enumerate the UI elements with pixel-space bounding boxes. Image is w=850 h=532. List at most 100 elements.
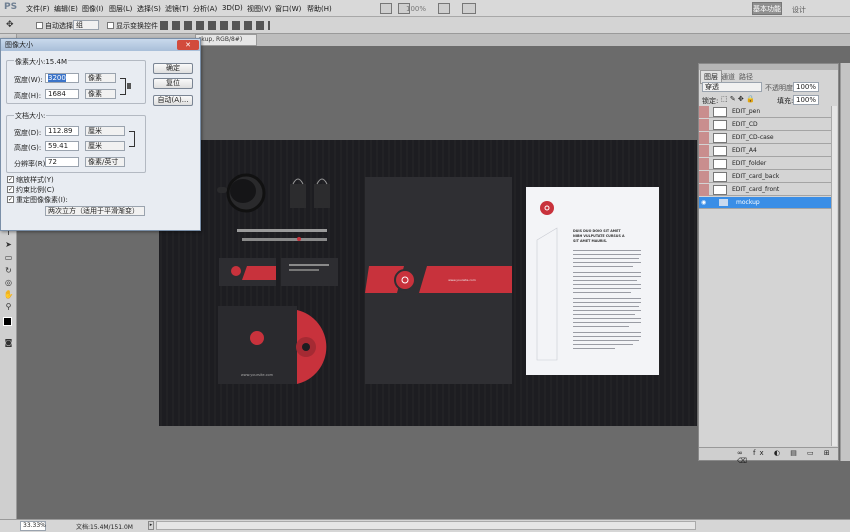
constrain-checkbox[interactable]: ✓ — [7, 186, 14, 193]
visibility-icon[interactable] — [699, 145, 709, 157]
zoom-level[interactable]: 100% — [406, 5, 426, 13]
doc-height-input[interactable]: 59.41 — [45, 141, 79, 151]
path-select-icon[interactable]: ➤ — [3, 240, 14, 250]
scale-styles-label: 缩放样式(Y) — [16, 176, 54, 184]
panel-dock-strip[interactable] — [840, 63, 850, 461]
pen — [242, 238, 327, 241]
opacity-input[interactable]: 100% — [793, 82, 819, 92]
visibility-icon[interactable] — [699, 158, 709, 170]
reset-button[interactable]: 复位 — [153, 78, 193, 89]
menu-layer[interactable]: 图层(L) — [109, 4, 132, 14]
binder-clip — [290, 184, 306, 208]
document-tab[interactable]: ckup, RGB/8#) — [195, 34, 257, 46]
layer-name: EDIT_CD-case — [732, 134, 774, 141]
quick-mask-icon[interactable]: ◙ — [3, 338, 14, 348]
layer-action-icons[interactable]: ∞ fx ◐ ▤ ▭ ⊞ ⌫ — [737, 449, 838, 465]
business-card-back — [281, 258, 338, 286]
hand-tool-icon[interactable] — [438, 3, 450, 14]
menu-help[interactable]: 帮助(H) — [307, 4, 332, 14]
menu-filter[interactable]: 滤镜(T) — [165, 4, 189, 14]
resolution-input[interactable]: 72 — [45, 157, 79, 167]
resolution-unit-select[interactable]: 像素/英寸 — [85, 157, 125, 167]
shape-tool-icon[interactable]: ▭ — [3, 253, 14, 263]
visibility-icon[interactable]: ◉ — [701, 197, 709, 209]
arrange-documents-icon[interactable] — [462, 3, 476, 14]
width-input[interactable]: 3200 — [45, 73, 79, 83]
workspace-design[interactable]: 设计 — [792, 5, 806, 15]
fill-input[interactable]: 100% — [793, 95, 819, 105]
width-value: 3200 — [48, 74, 66, 82]
layer-row[interactable]: EDIT_card_front — [699, 184, 831, 196]
close-icon[interactable]: ✕ — [177, 40, 199, 50]
visibility-icon[interactable] — [699, 184, 709, 196]
layer-row[interactable]: EDIT_card_back — [699, 171, 831, 183]
resample-label: 重定图像像素(I): — [16, 196, 68, 204]
resample-method-select[interactable]: 两次立方（适用于平滑渐变） — [45, 206, 145, 216]
doc-height-unit-select[interactable]: 厘米 — [85, 141, 125, 151]
auto-select-checkbox[interactable] — [36, 22, 43, 29]
foreground-color-swatch[interactable] — [3, 317, 12, 326]
layer-row[interactable]: EDIT_folder — [699, 158, 831, 170]
visibility-icon[interactable] — [699, 106, 709, 118]
visibility-icon[interactable] — [699, 132, 709, 144]
menu-image[interactable]: 图像(I) — [82, 4, 104, 14]
layer-name: EDIT_CD — [732, 121, 758, 128]
width-label: 宽度(W): — [14, 76, 43, 84]
constrain-label: 约束比例(C) — [16, 186, 55, 194]
scale-styles-checkbox[interactable]: ✓ — [7, 176, 14, 183]
pixel-size-label: 像素大小:15.4M — [14, 57, 68, 67]
menu-analysis[interactable]: 分析(A) — [193, 4, 217, 14]
show-transform-checkbox[interactable] — [107, 22, 114, 29]
resample-checkbox[interactable]: ✓ — [7, 196, 14, 203]
mockup-image[interactable]: www.yoursite.com www.yoursite.com DUIS D… — [159, 140, 697, 426]
align-icons[interactable] — [160, 21, 270, 30]
menu-file[interactable]: 文件(F) — [26, 4, 50, 14]
pen — [237, 229, 327, 232]
svg-text:NIBH VULPUTATE CURSUS A: NIBH VULPUTATE CURSUS A — [573, 234, 625, 238]
height-unit-select[interactable]: 像素 — [85, 89, 116, 99]
layer-thumbnail — [713, 133, 727, 143]
3d-orbit-icon[interactable]: ◎ — [3, 278, 14, 288]
3d-rotate-icon[interactable]: ↻ — [3, 266, 14, 276]
zoom-icon[interactable]: ⚲ — [3, 302, 14, 312]
menu-window[interactable]: 窗口(W) — [275, 4, 301, 14]
menu-select[interactable]: 选择(S) — [137, 4, 161, 14]
workspace-button[interactable]: 基本功能 — [752, 2, 782, 15]
width-unit-select[interactable]: 像素 — [85, 73, 116, 83]
layer-row[interactable]: EDIT_CD-case — [699, 132, 831, 144]
menu-3d[interactable]: 3D(D) — [222, 4, 243, 12]
doc-width-unit-select[interactable]: 厘米 — [85, 126, 125, 136]
layer-row[interactable]: EDIT_A4 — [699, 145, 831, 157]
move-tool-icon[interactable]: ✥ — [6, 20, 14, 30]
ok-button[interactable]: 确定 — [153, 63, 193, 74]
layer-row[interactable]: EDIT_CD — [699, 119, 831, 131]
layer-row-selected[interactable]: ◉ mockup — [699, 197, 831, 209]
visibility-icon[interactable] — [699, 171, 709, 183]
lock-icons[interactable]: ⬚ ✎ ✥ 🔒 — [721, 95, 755, 103]
layer-row[interactable]: EDIT_pen — [699, 106, 831, 118]
doc-width-label: 宽度(D): — [14, 129, 42, 137]
auto-button[interactable]: 自动(A)... — [153, 95, 193, 106]
opacity-label: 不透明度: — [765, 84, 796, 92]
visibility-icon[interactable] — [699, 119, 709, 131]
app-logo: PS — [4, 2, 18, 12]
chain-link-icon — [127, 83, 131, 89]
height-input[interactable]: 1684 — [45, 89, 79, 99]
blend-mode-select[interactable]: 穿透 — [702, 82, 762, 92]
layers-scrollbar[interactable] — [831, 106, 837, 446]
auto-select-dropdown[interactable]: 组 — [73, 20, 99, 30]
hand-icon[interactable]: ✋ — [3, 290, 14, 300]
image-size-dialog: 图像大小 ✕ 像素大小:15.4M 宽度(W): 3200 像素 高度(H): … — [0, 38, 201, 231]
doc-width-input[interactable]: 112.89 — [45, 126, 79, 136]
zoom-field[interactable]: 33.33% — [20, 521, 46, 531]
stationery-mockup: www.yoursite.com www.yoursite.com DUIS D… — [159, 140, 697, 426]
menu-edit[interactable]: 编辑(E) — [54, 4, 78, 14]
layer-thumbnail — [713, 107, 727, 117]
horizontal-scrollbar[interactable] — [156, 521, 696, 530]
svg-text:www.yoursite.com: www.yoursite.com — [448, 278, 476, 282]
status-menu-icon[interactable]: ▸ — [148, 521, 154, 530]
link-bracket — [129, 131, 135, 147]
minibridge-icon[interactable] — [380, 3, 392, 14]
auto-select-label: 自动选择: — [45, 22, 76, 30]
menu-view[interactable]: 视图(V) — [247, 4, 271, 14]
